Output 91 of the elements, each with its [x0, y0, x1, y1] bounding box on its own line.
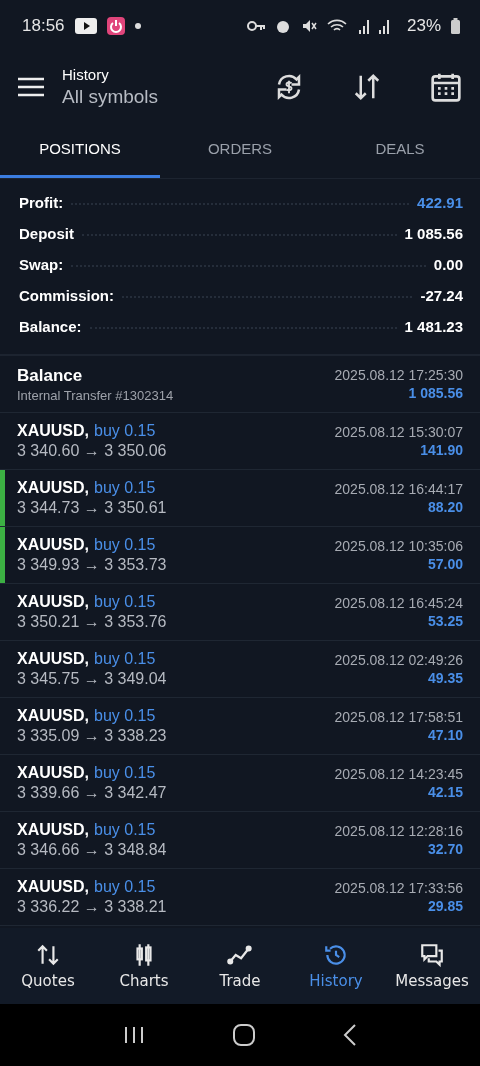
- nav-tab[interactable]: Trade: [192, 928, 288, 1004]
- deal-time: 2025.08.12 02:49:26: [334, 652, 463, 668]
- deal-profit: 88.20: [427, 499, 463, 515]
- deal-side: buy 0.15: [94, 878, 156, 896]
- deal-row[interactable]: XAUUSD, buy 0.15 3 336.22 → 3 338.21 2025.08.12 17:33:56 29.85: [0, 869, 480, 926]
- summary-value: 0.00: [433, 256, 463, 273]
- deal-time: 2025.08.12 17:25:30: [334, 367, 463, 383]
- deal-profit: 53.25: [427, 613, 463, 629]
- deal-row[interactable]: XAUUSD, buy 0.15 3 344.73 → 3 350.61 2025.08.12 16:44:17 88.20: [0, 470, 480, 527]
- deal-time: 2025.08.12 14:23:45: [334, 766, 463, 782]
- deal-prices: 3 350.21 → 3 353.76: [17, 613, 167, 631]
- deal-prices: 3 339.66 → 3 342.47: [17, 784, 167, 802]
- deal-prices: 3 344.73 → 3 350.61: [17, 499, 167, 517]
- deal-row[interactable]: XAUUSD, buy 0.15 3 339.66 → 3 342.47 2025.08.12 14:23:45 42.15: [0, 755, 480, 812]
- deal-profit: 57.00: [427, 556, 463, 572]
- up-down-arrows-icon: [35, 942, 61, 968]
- summary-value: 1 481.23: [404, 318, 463, 335]
- deal-time: 2025.08.12 17:58:51: [334, 709, 463, 725]
- deal-prices: 3 336.22 → 3 338.21: [17, 898, 167, 916]
- deal-row[interactable]: XAUUSD, buy 0.15 3 335.09 → 3 338.23 2025.08.12 17:58:51 47.10: [0, 698, 480, 755]
- nav-tab[interactable]: Messages: [384, 928, 480, 1004]
- deal-symbol: XAUUSD,: [17, 650, 89, 668]
- deal-side: buy 0.15: [94, 536, 156, 554]
- deal-row[interactable]: XAUUSD, buy 0.15 3 349.93 → 3 353.73 2025.08.12 10:35:06 57.00: [0, 527, 480, 584]
- summary-value: -27.24: [420, 287, 463, 304]
- summary-value: 1 085.56: [404, 225, 463, 242]
- deal-row[interactable]: XAUUSD, buy 0.15 3 345.75 → 3 349.04 2025.08.12 02:49:26 49.35: [0, 641, 480, 698]
- summary-label: Commission:: [19, 287, 114, 304]
- deal-side: buy 0.15: [94, 821, 156, 839]
- deal-profit: 49.35: [427, 670, 463, 686]
- history-icon: [323, 942, 349, 968]
- transfer-comment: Internal Transfer #1302314: [17, 387, 174, 403]
- deal-symbol: XAUUSD,: [17, 536, 89, 554]
- tab[interactable]: POSITIONS: [0, 122, 160, 178]
- deal-symbol: XAUUSD,: [17, 707, 89, 725]
- deal-profit: 42.15: [427, 784, 463, 800]
- summary-label: Swap:: [19, 256, 64, 273]
- deal-prices: 3 346.66 → 3 348.84: [17, 841, 167, 859]
- dot-icon: [134, 23, 141, 29]
- deal-row[interactable]: XAUUSD, buy 0.15 3 350.21 → 3 353.76 2025.08.12 16:45:24 53.25: [0, 584, 480, 641]
- deal-time: 2025.08.12 10:35:06: [334, 538, 463, 554]
- tab[interactable]: DEALS: [320, 122, 480, 178]
- deal-side: buy 0.15: [94, 707, 156, 725]
- status-time: 18:56: [22, 16, 65, 36]
- deal-profit: 32.70: [427, 841, 463, 857]
- deal-prices: 3 340.60 → 3 350.06: [17, 442, 167, 460]
- deal-symbol: XAUUSD,: [17, 593, 89, 611]
- deal-symbol: XAUUSD,: [17, 479, 89, 497]
- deal-row[interactable]: XAUUSD, buy 0.15 3 346.66 → 3 348.84 2025.08.12 12:28:16 32.70: [0, 812, 480, 869]
- summary-label: Balance:: [19, 318, 82, 335]
- deal-profit: 29.85: [427, 898, 463, 914]
- balance-row[interactable]: Balance Internal Transfer #1302314 2025.08.12 17:25:30 1 085.56: [0, 356, 480, 413]
- summary-value: 422.91: [417, 194, 463, 211]
- symbol-filter[interactable]: All symbols: [62, 86, 159, 108]
- summary-label: Deposit: [19, 225, 74, 242]
- battery-percent: 23%: [406, 16, 441, 36]
- chat-bubbles-icon: [419, 942, 445, 968]
- balance-title: Balance: [17, 365, 83, 386]
- deal-side: buy 0.15: [94, 593, 156, 611]
- nav-tab[interactable]: Quotes: [0, 928, 96, 1004]
- deal-time: 2025.08.12 17:33:56: [334, 880, 463, 896]
- deal-time: 2025.08.12 16:44:17: [334, 481, 463, 497]
- deal-symbol: XAUUSD,: [17, 821, 89, 839]
- deal-prices: 3 345.75 → 3 349.04: [17, 670, 167, 688]
- deal-symbol: XAUUSD,: [17, 764, 89, 782]
- deal-side: buy 0.15: [94, 479, 156, 497]
- deal-side: buy 0.15: [94, 650, 156, 668]
- deal-profit: 47.10: [427, 727, 463, 743]
- deal-side: buy 0.15: [94, 422, 156, 440]
- deal-profit: 141.90: [420, 442, 463, 458]
- deal-symbol: XAUUSD,: [17, 878, 89, 896]
- key-icon: [246, 20, 265, 32]
- tab[interactable]: ORDERS: [160, 122, 320, 178]
- power-app-icon: [106, 17, 125, 35]
- screen-title: History: [62, 66, 110, 83]
- deal-time: 2025.08.12 15:30:07: [334, 424, 463, 440]
- balance-amount: 1 085.56: [408, 385, 463, 401]
- recent-apps-icon[interactable]: [123, 1025, 146, 1045]
- deal-time: 2025.08.12 16:45:24: [334, 595, 463, 611]
- deal-prices: 3 335.09 → 3 338.23: [17, 727, 167, 745]
- deal-time: 2025.08.12 12:28:16: [334, 823, 463, 839]
- deal-side: buy 0.15: [94, 764, 156, 782]
- summary-label: Profit:: [19, 194, 64, 211]
- battery-icon: [451, 18, 460, 34]
- nav-tab[interactable]: Charts: [96, 928, 192, 1004]
- deal-prices: 3 349.93 → 3 353.73: [17, 556, 167, 574]
- video-icon: [74, 18, 97, 34]
- deal-row[interactable]: XAUUSD, buy 0.15 3 340.60 → 3 350.06 2025.08.12 15:30:07 141.90: [0, 413, 480, 470]
- deal-symbol: XAUUSD,: [17, 422, 89, 440]
- nav-tab[interactable]: History: [288, 928, 384, 1004]
- mute-icon: [300, 18, 317, 34]
